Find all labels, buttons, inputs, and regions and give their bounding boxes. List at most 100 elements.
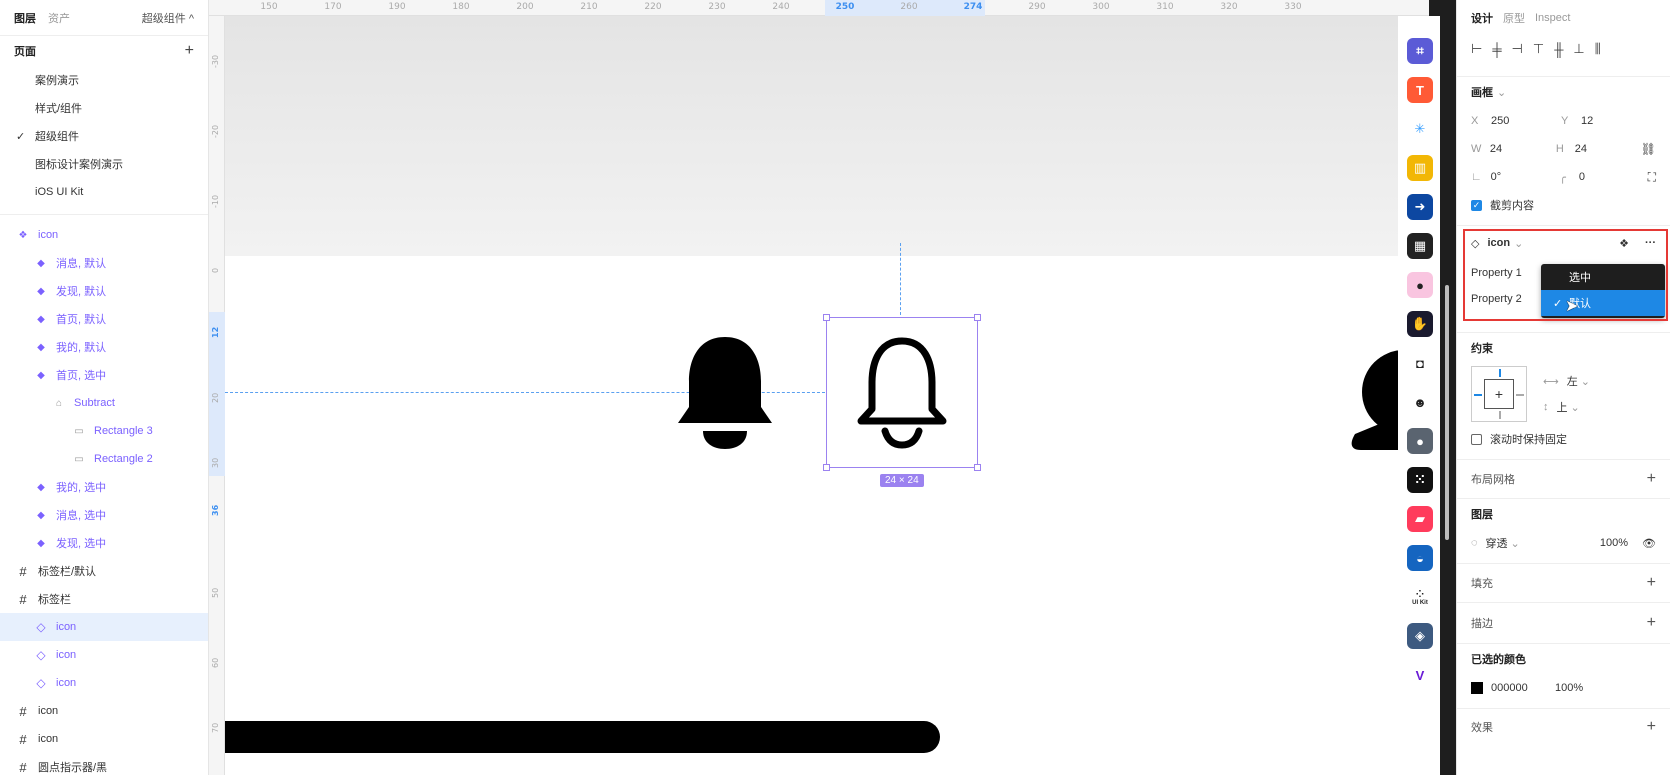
- checkbox-checked-icon[interactable]: ✓: [1471, 199, 1482, 211]
- tab-bar-preview[interactable]: [225, 721, 940, 753]
- add-layout-grid-icon[interactable]: +: [1647, 470, 1656, 488]
- lock-ratio-icon[interactable]: ⛓: [1641, 142, 1656, 156]
- layer-row[interactable]: ▭ Rectangle 3: [0, 417, 208, 445]
- w-input[interactable]: 24: [1490, 143, 1556, 155]
- cube-icon[interactable]: ◈: [1407, 623, 1433, 649]
- page-item[interactable]: 样式/组件: [0, 94, 208, 122]
- arrow-icon[interactable]: ➜: [1407, 194, 1433, 220]
- resize-handle-tl[interactable]: [823, 314, 830, 321]
- layer-row[interactable]: ◆ 发现, 选中: [0, 529, 208, 557]
- dropdown-option-selected[interactable]: 选中: [1541, 264, 1665, 290]
- layer-row[interactable]: ⌂ Subtract: [0, 389, 208, 417]
- canvas[interactable]: 150 170 190 180 200 210 220 230 240 250 260 274 290 3…: [209, 0, 1429, 775]
- align-right-icon[interactable]: ⊣: [1512, 41, 1523, 57]
- constraint-horizontal[interactable]: ⟷ 左 ⌄: [1543, 368, 1590, 394]
- selection-icon[interactable]: ⌗: [1407, 38, 1433, 64]
- layer-row[interactable]: # icon: [0, 725, 208, 753]
- bell-filled-icon[interactable]: [675, 333, 775, 451]
- pin-icon[interactable]: ●: [1407, 272, 1433, 298]
- constraint-left[interactable]: [1474, 394, 1482, 396]
- resize-handle-br[interactable]: [974, 464, 981, 471]
- constraint-v-value[interactable]: 上: [1557, 399, 1568, 415]
- page-item[interactable]: 图标设计案例演示: [0, 150, 208, 178]
- page-selector[interactable]: 超级组件 ^: [142, 10, 194, 26]
- color-hex[interactable]: 000000: [1491, 682, 1555, 694]
- layer-row[interactable]: ◆ 我的, 选中: [0, 473, 208, 501]
- snowflake-icon[interactable]: ✳: [1407, 116, 1433, 142]
- layer-row[interactable]: ◆ 消息, 选中: [0, 501, 208, 529]
- constraint-h-value[interactable]: 左: [1567, 373, 1578, 389]
- rotation-input[interactable]: 0°: [1491, 171, 1560, 183]
- layer-row[interactable]: # 标签栏: [0, 585, 208, 613]
- layer-row[interactable]: ◆ 首页, 选中: [0, 361, 208, 389]
- layer-row[interactable]: ▭ Rectangle 2: [0, 445, 208, 473]
- dots-icon[interactable]: ⁙: [1407, 467, 1433, 493]
- resize-handle-bl[interactable]: [823, 464, 830, 471]
- radius-input[interactable]: 0: [1579, 171, 1648, 183]
- qr-icon[interactable]: ▦: [1407, 233, 1433, 259]
- wave-icon[interactable]: ◒: [1407, 545, 1433, 571]
- x-input[interactable]: 250: [1491, 115, 1561, 127]
- layer-row[interactable]: ◆ 我的, 默认: [0, 333, 208, 361]
- logo-icon[interactable]: ◘: [1407, 350, 1433, 376]
- eye-icon[interactable]: 👁: [1642, 537, 1656, 550]
- constraint-top[interactable]: [1499, 369, 1501, 377]
- y-input[interactable]: 12: [1581, 115, 1651, 127]
- layer-row[interactable]: ◇ icon: [0, 669, 208, 697]
- palette-icon[interactable]: ▥: [1407, 155, 1433, 181]
- align-left-icon[interactable]: ⊢: [1471, 41, 1482, 57]
- constraint-right[interactable]: [1516, 394, 1524, 396]
- align-top-icon[interactable]: ⊤: [1533, 41, 1544, 57]
- hand-icon[interactable]: ✋: [1407, 311, 1433, 337]
- tab-inspect[interactable]: Inspect: [1535, 12, 1570, 24]
- add-effect-icon[interactable]: +: [1647, 718, 1656, 736]
- constraint-vertical[interactable]: ↕ 上 ⌄: [1543, 394, 1590, 420]
- constraint-center[interactable]: +: [1484, 379, 1514, 409]
- text-t-icon[interactable]: T: [1407, 77, 1433, 103]
- avatar-icon[interactable]: ☻: [1407, 389, 1433, 415]
- profile-icon[interactable]: ●: [1407, 428, 1433, 454]
- layer-row[interactable]: # icon: [0, 697, 208, 725]
- checkbox-unchecked-icon[interactable]: [1471, 433, 1482, 445]
- selected-color-row[interactable]: 000000 100%: [1457, 674, 1670, 702]
- layer-row[interactable]: ◇ icon: [0, 613, 208, 641]
- align-bottom-icon[interactable]: ⊥: [1573, 41, 1584, 57]
- align-hcenter-icon[interactable]: ╪: [1492, 42, 1501, 57]
- fix-on-scroll-row[interactable]: 滚动时保持固定: [1457, 425, 1670, 453]
- bell-outline-icon[interactable]: [852, 333, 952, 451]
- h-input[interactable]: 24: [1575, 143, 1641, 155]
- v-icon[interactable]: V: [1407, 662, 1433, 688]
- shape-icon[interactable]: ▰: [1407, 506, 1433, 532]
- chevron-down-icon[interactable]: ⌄: [1514, 237, 1523, 250]
- clip-content-row[interactable]: ✓ 截剪内容: [1457, 191, 1670, 219]
- page-item[interactable]: iOS UI Kit: [0, 178, 208, 206]
- scrollbar[interactable]: [1445, 285, 1449, 540]
- frame-section-header[interactable]: 画框 ⌄: [1457, 77, 1670, 107]
- uikit-icon[interactable]: ⁘ UI Kit: [1407, 584, 1433, 610]
- layer-row[interactable]: ◆ 发现, 默认: [0, 277, 208, 305]
- tab-layers[interactable]: 图层: [14, 10, 36, 26]
- constraint-widget[interactable]: +: [1471, 366, 1527, 422]
- dropdown-option-default[interactable]: ✓ 默认: [1541, 290, 1665, 316]
- color-opacity[interactable]: 100%: [1555, 682, 1583, 694]
- layer-row[interactable]: ◆ 首页, 默认: [0, 305, 208, 333]
- component-name[interactable]: icon: [1487, 237, 1510, 249]
- layer-row[interactable]: ❖ icon: [0, 221, 208, 249]
- layer-row[interactable]: # 标签栏/默认: [0, 557, 208, 585]
- align-vcenter-icon[interactable]: ╫: [1554, 42, 1563, 57]
- independent-corners-icon[interactable]: ⛶: [1648, 170, 1656, 185]
- constraint-bottom[interactable]: [1499, 411, 1501, 419]
- layer-row[interactable]: # 圆点指示器/黑: [0, 753, 208, 775]
- distribute-icon[interactable]: ⫼: [1595, 41, 1601, 57]
- layer-row[interactable]: ◆ 消息, 默认: [0, 249, 208, 277]
- page-item[interactable]: ✓ 超级组件: [0, 122, 208, 150]
- tab-design[interactable]: 设计: [1471, 10, 1493, 26]
- add-page-icon[interactable]: +: [185, 42, 194, 60]
- layer-row[interactable]: ◇ icon: [0, 641, 208, 669]
- more-options-icon[interactable]: ···: [1645, 237, 1656, 249]
- tab-prototype[interactable]: 原型: [1503, 10, 1525, 26]
- go-to-main-component-icon[interactable]: ❖: [1619, 237, 1629, 250]
- layer-opacity-input[interactable]: 100%: [1600, 537, 1628, 549]
- add-stroke-icon[interactable]: +: [1647, 614, 1656, 632]
- color-swatch[interactable]: [1471, 682, 1483, 694]
